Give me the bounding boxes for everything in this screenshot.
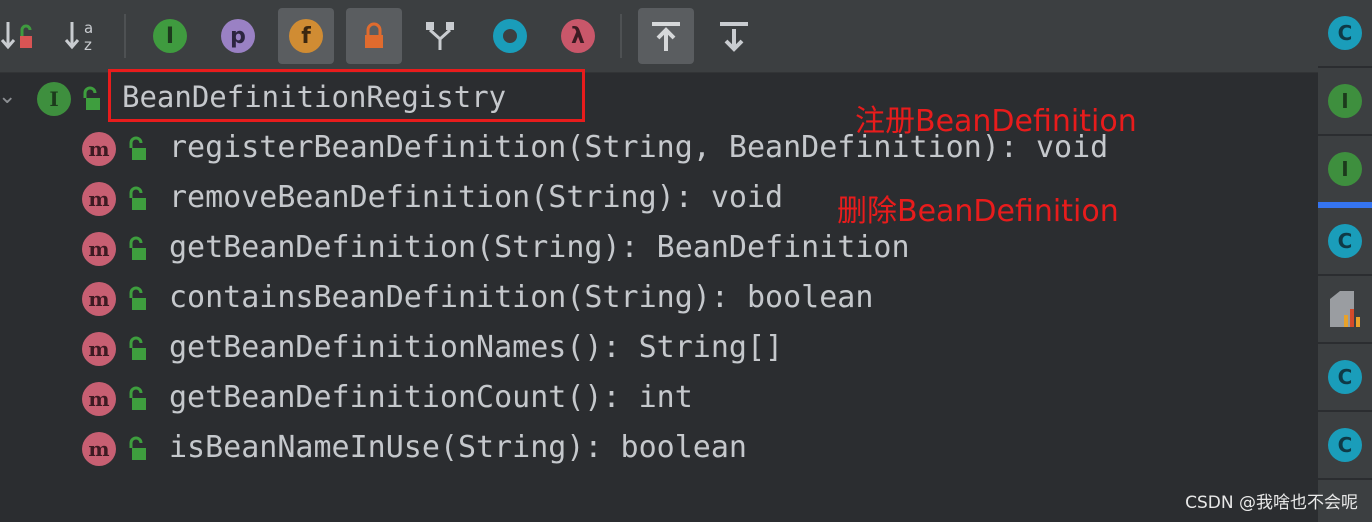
class-file-letter: C <box>1337 229 1353 253</box>
class-file-letter: C <box>1337 365 1353 389</box>
tree-method-row[interactable]: m containsBeanDefinition(String): boolea… <box>0 274 1318 324</box>
field-icon-letter: f <box>301 23 311 49</box>
class-file-icon: C <box>1328 428 1362 462</box>
show-lambdas-button[interactable]: λ <box>550 8 606 64</box>
sort-by-visibility-icon <box>0 22 32 50</box>
method-type-letter: m <box>88 137 110 161</box>
svg-text:z: z <box>84 36 92 54</box>
method-signature: getBeanDefinitionCount(): int <box>169 380 693 415</box>
public-unlock-icon <box>83 86 100 110</box>
tab-diagram-file[interactable] <box>1318 276 1372 344</box>
public-unlock-icon <box>129 136 146 160</box>
sort-alphabetically-icon: a z <box>64 19 93 54</box>
interface-file-icon: I <box>1328 152 1362 186</box>
method-type-letter: m <box>88 187 110 211</box>
class-file-icon: C <box>1328 224 1362 258</box>
method-type-letter: m <box>88 437 110 461</box>
method-type-icon: m <box>82 182 116 216</box>
lambda-icon-letter: λ <box>571 23 585 49</box>
method-type-icon: m <box>82 432 116 466</box>
toolbar-separator <box>620 14 622 58</box>
interface-icon-letter: I <box>165 23 175 49</box>
class-file-letter: C <box>1337 433 1353 457</box>
autoscroll-to-source-button[interactable] <box>638 8 694 64</box>
method-type-letter: m <box>88 337 110 361</box>
public-unlock-icon <box>129 186 146 210</box>
tab-class-file[interactable]: C <box>1318 0 1372 68</box>
class-file-letter: C <box>1337 21 1353 45</box>
sort-by-visibility-button[interactable] <box>0 8 46 64</box>
sort-alphabetically-button[interactable]: a z <box>54 8 110 64</box>
annotation-remove: 删除BeanDefinition <box>837 194 1119 229</box>
method-type-icon: m <box>82 332 116 366</box>
tab-class-file[interactable]: C <box>1318 412 1372 480</box>
public-unlock-icon <box>129 286 146 310</box>
class-file-icon: C <box>1328 360 1362 394</box>
autoscroll-from-source-button[interactable] <box>706 8 762 64</box>
method-signature: getBeanDefinition(String): BeanDefinitio… <box>169 230 910 265</box>
show-fields-button[interactable]: f <box>278 8 334 64</box>
show-non-public-button[interactable] <box>346 8 402 64</box>
watermark: CSDN @我啥也不会呢 <box>1185 493 1358 513</box>
show-objects-button[interactable] <box>482 8 538 64</box>
object-icon <box>493 19 527 53</box>
public-unlock-icon <box>129 236 146 260</box>
tree-method-row[interactable]: m getBeanDefinition(String): BeanDefinit… <box>0 224 1318 274</box>
scroll-to-top-icon <box>652 22 680 51</box>
tab-interface-file-selected[interactable]: I <box>1318 136 1372 208</box>
method-type-icon: m <box>82 382 116 416</box>
tree-method-row[interactable]: m removeBeanDefinition(String): void <box>0 174 1318 224</box>
interface-type-letter: I <box>49 87 59 111</box>
method-signature: containsBeanDefinition(String): boolean <box>169 280 874 315</box>
interface-file-icon: I <box>1328 84 1362 118</box>
tree-method-row[interactable]: m getBeanDefinitionCount(): int <box>0 374 1318 424</box>
property-icon: p <box>221 19 255 53</box>
public-unlock-icon <box>129 336 146 360</box>
fork-icon <box>426 22 454 50</box>
annotation-register: 注册BeanDefinition <box>855 104 1137 139</box>
lambda-icon: λ <box>561 19 595 53</box>
public-unlock-icon <box>129 386 146 410</box>
lock-icon <box>365 22 383 48</box>
interface-file-letter: I <box>1341 89 1349 113</box>
svg-text:a: a <box>84 19 93 37</box>
property-icon-letter: p <box>230 23 246 49</box>
diagram-file-icon <box>1330 291 1360 327</box>
tab-class-file[interactable]: C <box>1318 344 1372 412</box>
method-type-letter: m <box>88 387 110 411</box>
structure-tree: ⌄ I BeanDefinitionRegistry m registerBea… <box>0 73 1318 522</box>
method-type-letter: m <box>88 237 110 261</box>
interface-file-letter: I <box>1341 157 1349 181</box>
annotation-highlight-box <box>108 69 585 122</box>
interface-icon: I <box>153 19 187 53</box>
toolbar-separator <box>124 14 126 58</box>
tab-class-file[interactable]: C <box>1318 208 1372 276</box>
method-type-letter: m <box>88 287 110 311</box>
editor-tab-strip: C I I C C C <box>1318 0 1372 522</box>
method-signature: getBeanDefinitionNames(): String[] <box>169 330 784 365</box>
field-icon: f <box>289 19 323 53</box>
public-unlock-icon <box>129 436 146 460</box>
method-signature: isBeanNameInUse(String): boolean <box>169 430 747 465</box>
interface-type-icon: I <box>37 82 71 116</box>
show-properties-button[interactable]: p <box>210 8 266 64</box>
show-anonymous-button[interactable] <box>412 8 468 64</box>
tree-method-row[interactable]: m getBeanDefinitionNames(): String[] <box>0 324 1318 374</box>
tree-method-row[interactable]: m isBeanNameInUse(String): boolean <box>0 424 1318 474</box>
tab-interface-file[interactable]: I <box>1318 68 1372 136</box>
class-file-icon: C <box>1328 16 1362 50</box>
method-signature: removeBeanDefinition(String): void <box>169 180 784 215</box>
method-type-icon: m <box>82 232 116 266</box>
structure-toolbar: a z I p f λ <box>0 0 1318 73</box>
show-inherited-button[interactable]: I <box>142 8 198 64</box>
method-type-icon: m <box>82 282 116 316</box>
method-type-icon: m <box>82 132 116 166</box>
expand-chevron-icon[interactable]: ⌄ <box>0 84 16 109</box>
scroll-from-source-icon <box>720 22 748 52</box>
